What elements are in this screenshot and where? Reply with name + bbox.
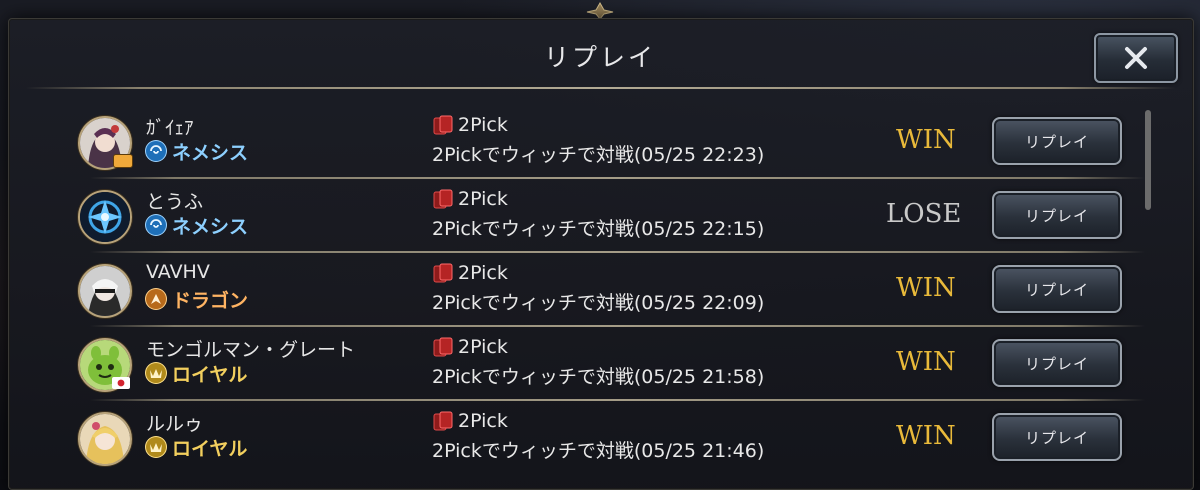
game-mode: 2Pick [458, 336, 508, 358]
class-name: ネメシス [172, 215, 249, 238]
match-result: WIN [896, 125, 956, 155]
match-description: 2Pickでウィッチで対戦(05/25 22:09) [432, 292, 765, 314]
card-deck-icon [433, 189, 453, 209]
match-result: LOSE [886, 199, 962, 229]
match-result: WIN [896, 347, 956, 377]
royal-class-icon [146, 437, 166, 457]
nemesis-class-icon [146, 141, 166, 161]
replay-row: モンゴルマン・グレート ロイヤル 2Pick 2Pickでウィッチで対戦(05/… [70, 327, 1145, 401]
replay-button[interactable]: リプレイ [992, 339, 1122, 387]
player-name: モンゴルマン・グレート [146, 339, 356, 361]
class-name: ロイヤル [172, 363, 248, 386]
match-description: 2Pickでウィッチで対戦(05/25 22:23) [432, 144, 765, 166]
card-deck-icon [433, 263, 453, 283]
replay-button[interactable]: リプレイ [992, 117, 1122, 165]
game-mode: 2Pick [458, 188, 508, 210]
player-name: VAVHV [146, 261, 210, 283]
japan-flag-icon [112, 377, 130, 389]
class-label: ネメシス [146, 139, 249, 164]
scrollbar[interactable] [1145, 110, 1151, 210]
close-icon [1125, 47, 1147, 69]
replay-row: ルルゥ ロイヤル 2Pick 2Pickでウィッチで対戦(05/25 21:46… [70, 401, 1145, 475]
dialog-title: リプレイ [543, 43, 656, 72]
replay-row: ｶﾞｲｪｱ ネメシス 2Pick 2Pickでウィッチで対戦(05/25 22:… [70, 105, 1145, 179]
card-deck-icon [433, 337, 453, 357]
card-deck-icon [433, 411, 453, 431]
avatar [78, 190, 132, 244]
class-label: ドラゴン [146, 287, 249, 312]
avatar [78, 412, 132, 466]
replay-button[interactable]: リプレイ [992, 191, 1122, 239]
replay-row: とうふ ネメシス 2Pick 2Pickでウィッチで対戦(05/25 22:15… [70, 179, 1145, 253]
game-mode: 2Pick [458, 410, 508, 432]
player-name: とうふ [146, 191, 204, 213]
match-result: WIN [896, 273, 956, 303]
flag-icon [114, 155, 132, 167]
replay-button[interactable]: リプレイ [992, 413, 1122, 461]
class-label: ネメシス [146, 213, 249, 238]
avatar [78, 264, 132, 318]
nemesis-class-icon [146, 215, 166, 235]
replay-button[interactable]: リプレイ [992, 265, 1122, 313]
player-name: ｶﾞｲｪｱ [146, 117, 194, 139]
class-label: ロイヤル [146, 435, 248, 460]
class-label: ロイヤル [146, 361, 248, 386]
match-description: 2Pickでウィッチで対戦(05/25 21:46) [432, 440, 765, 462]
class-name: ドラゴン [172, 289, 249, 312]
dragon-class-icon [146, 289, 166, 309]
match-description: 2Pickでウィッチで対戦(05/25 21:58) [432, 366, 765, 388]
replay-row: VAVHV ドラゴン 2Pick 2Pickでウィッチで対戦(05/25 22:… [70, 253, 1145, 327]
close-button[interactable] [1094, 33, 1178, 83]
match-result: WIN [896, 421, 956, 451]
class-name: ネメシス [172, 141, 249, 164]
game-mode: 2Pick [458, 262, 508, 284]
player-name: ルルゥ [146, 413, 204, 435]
card-deck-icon [433, 115, 453, 135]
match-description: 2Pickでウィッチで対戦(05/25 22:15) [432, 218, 765, 240]
royal-class-icon [146, 363, 166, 383]
header-divider [26, 87, 1176, 89]
class-name: ロイヤル [172, 437, 248, 460]
game-mode: 2Pick [458, 114, 508, 136]
